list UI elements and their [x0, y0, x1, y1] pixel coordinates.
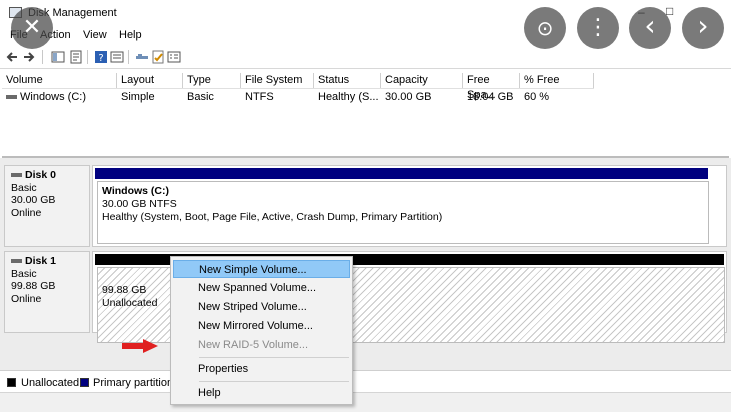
svg-text:?: ?	[98, 53, 103, 64]
status-cell: Healthy (S...	[318, 91, 379, 103]
disk-icon	[11, 259, 22, 264]
volume-list-header: Volume Layout Type File System Status Ca…	[2, 73, 594, 101]
disk-1-size: 99.88 GB	[11, 280, 56, 292]
menu-item-new-spanned-volume[interactable]: New Spanned Volume...	[173, 279, 350, 297]
menu-item-properties[interactable]: Properties	[173, 360, 350, 378]
column-capacity[interactable]: Capacity	[381, 73, 463, 88]
layout-cell: Simple	[121, 91, 155, 103]
lens-icon[interactable]: ⊙	[524, 7, 566, 49]
context-menu: New Simple Volume... New Spanned Volume.…	[170, 256, 353, 405]
percent-free-cell: 60 %	[524, 91, 550, 103]
primary-partition-swatch	[80, 378, 89, 387]
column-file-system[interactable]: File System	[241, 73, 314, 88]
menu-item-new-simple-volume[interactable]: New Simple Volume...	[173, 260, 350, 278]
toolbar-separator	[87, 50, 88, 64]
toolbar-separator	[42, 50, 43, 64]
column-free-space[interactable]: Free Spa...	[463, 73, 520, 101]
properties-icon[interactable]	[69, 50, 83, 64]
column-volume[interactable]: Volume	[2, 73, 117, 88]
more-vert-icon[interactable]: ⋮	[577, 7, 619, 49]
volume-drive-icon	[6, 95, 17, 100]
legend-unallocated: Unallocated	[21, 377, 80, 389]
disk-0-status: Online	[11, 206, 42, 219]
rescan-disks-icon[interactable]	[167, 50, 181, 64]
toolbar: ?	[0, 46, 731, 69]
menu-view[interactable]: View	[83, 29, 107, 41]
close-icon[interactable]: ✕	[11, 7, 53, 49]
menu-bar: File Action View Help	[0, 26, 731, 46]
disk-1-label[interactable]: Disk 1 Basic 99.88 GB Online	[4, 251, 90, 333]
disk-0-type: Basic	[11, 181, 37, 194]
disk-0-partition-area: Windows (C:) 30.00 GB NTFS Healthy (Syst…	[92, 165, 727, 247]
partition-name: Windows (C:)	[102, 185, 169, 197]
type-cell: Basic	[187, 91, 214, 103]
back-arrow-icon[interactable]	[5, 50, 19, 64]
windows-c-partition[interactable]: Windows (C:) 30.00 GB NTFS Healthy (Syst…	[97, 181, 709, 244]
title-bar: Disk Management – □	[0, 0, 731, 26]
menu-separator	[199, 381, 349, 382]
column-type[interactable]: Type	[183, 73, 241, 88]
menu-item-new-mirrored-volume[interactable]: New Mirrored Volume...	[173, 317, 350, 335]
show-hide-console-tree-icon[interactable]	[51, 50, 65, 64]
capacity-cell: 30.00 GB	[385, 91, 432, 103]
table-row[interactable]: Windows (C:) Simple Basic NTFS Healthy (…	[2, 90, 594, 105]
column-layout[interactable]: Layout	[117, 73, 183, 88]
red-arrow-icon	[122, 339, 158, 353]
connect-icon[interactable]	[135, 50, 149, 64]
toolbar-separator	[128, 50, 129, 64]
chevron-left-icon[interactable]: ‹	[629, 7, 671, 49]
disk-0-size: 30.00 GB	[11, 194, 56, 206]
free-space-cell: 18.04 GB	[467, 91, 514, 103]
legend-bar: Unallocated Primary partition	[0, 370, 731, 393]
menu-separator	[199, 357, 349, 358]
volume-cell: Windows (C:)	[2, 90, 86, 105]
file-system-cell: NTFS	[245, 91, 274, 103]
help-icon[interactable]: ?	[94, 50, 108, 64]
menu-item-new-striped-volume[interactable]: New Striped Volume...	[173, 298, 350, 316]
unallocated-swatch	[7, 378, 16, 387]
legend-primary-partition: Primary partition	[93, 377, 174, 389]
menu-item-new-raid5-volume: New RAID-5 Volume...	[198, 339, 309, 351]
column-status[interactable]: Status	[314, 73, 381, 88]
list-view-icon[interactable]	[110, 50, 124, 64]
partition-size: 30.00 GB NTFS	[102, 198, 177, 210]
partition-status: Healthy (System, Boot, Page File, Active…	[102, 211, 443, 223]
chevron-right-icon[interactable]: ›	[682, 7, 724, 49]
menu-item-help[interactable]: Help	[173, 384, 350, 402]
menu-help[interactable]: Help	[119, 29, 142, 41]
disk-1-type: Basic	[11, 267, 37, 280]
check-disk-icon[interactable]	[151, 50, 165, 64]
forward-arrow-icon[interactable]	[22, 50, 36, 64]
disk-1-status: Online	[11, 292, 42, 305]
column-percent-free[interactable]: % Free	[520, 73, 594, 88]
disk-0-label[interactable]: Disk 0 Basic 30.00 GB Online	[4, 165, 90, 247]
status-bar	[0, 392, 731, 412]
primary-partition-bar	[95, 168, 708, 179]
disk-icon	[11, 173, 22, 178]
